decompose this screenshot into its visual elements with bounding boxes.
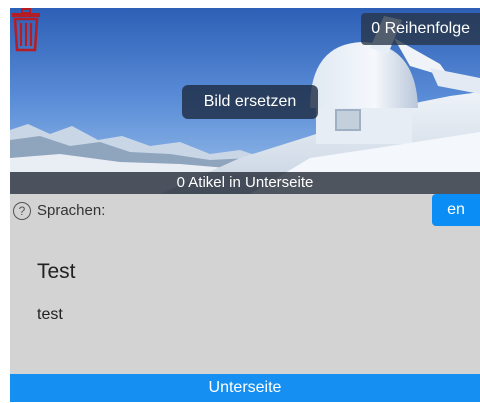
hero-image: 0 Reihenfolge Bild ersetzen 0 Atikel in …: [10, 8, 480, 194]
help-icon[interactable]: ?: [13, 202, 31, 220]
languages-label: Sprachen:: [37, 202, 106, 219]
trash-icon[interactable]: [10, 8, 42, 52]
card-title: Test: [37, 260, 76, 283]
subpage-button[interactable]: Unterseite: [10, 374, 480, 402]
order-badge[interactable]: 0 Reihenfolge: [361, 13, 480, 45]
card-subtitle: test: [37, 306, 63, 323]
language-button-en[interactable]: en: [432, 194, 480, 226]
languages-row: ? Sprachen: en: [10, 194, 480, 228]
replace-image-button[interactable]: Bild ersetzen: [182, 85, 318, 119]
subpage-card: 0 Reihenfolge Bild ersetzen 0 Atikel in …: [10, 8, 480, 402]
subpage-article-count: 0 Atikel in Unterseite: [10, 172, 480, 194]
